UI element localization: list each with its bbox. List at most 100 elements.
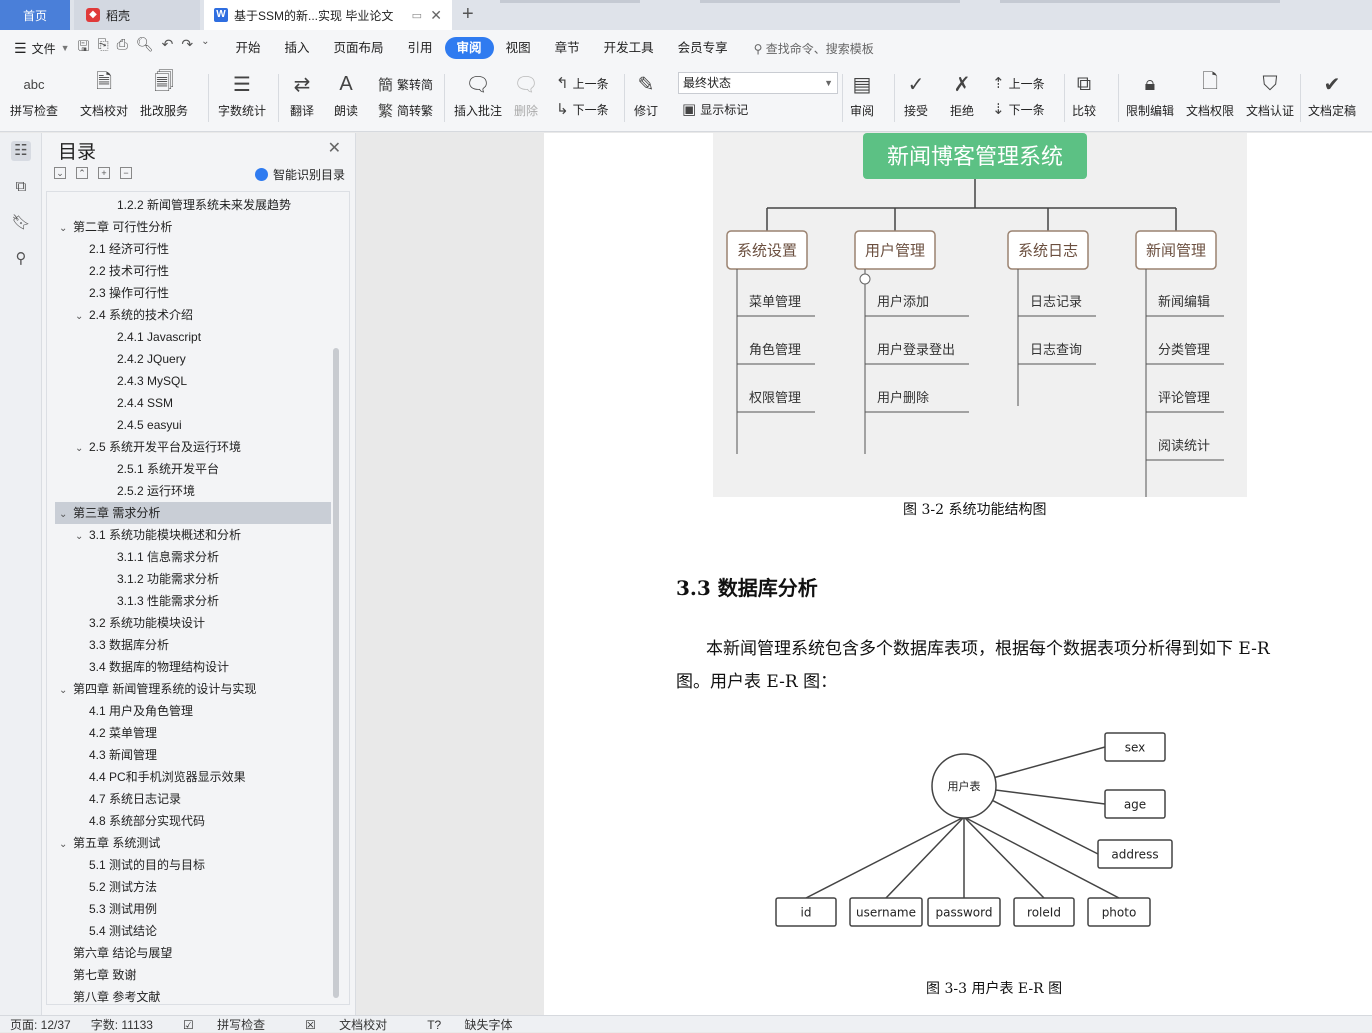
delete-comment-button[interactable]: 🗨 删除 [512,70,540,119]
review-pane-button[interactable]: ▤ 审阅 [848,70,876,119]
trad-to-simp-button[interactable]: 簡繁转简 [378,74,433,95]
menu-tab[interactable]: 引用 [396,37,445,59]
toc-item[interactable]: 4.3 新闻管理 [55,744,331,766]
toc-item[interactable]: 5.1 测试的目的与目标 [55,854,331,876]
toc-item[interactable]: 2.5.2 运行环境 [55,480,331,502]
smart-toc-button[interactable]: 智能识别目录 [254,166,345,183]
prev-change-button[interactable]: ⇡ 上一条 [992,74,1045,92]
restrict-editing-button[interactable]: 🔒︎ 限制编辑 [1126,70,1174,119]
chevron-down-icon[interactable]: ⌄ [59,834,73,856]
menu-tab[interactable]: 开发工具 [592,37,666,59]
reject-button[interactable]: ✗ 拒绝 [948,70,976,119]
doc-rights-button[interactable]: 🗋 文档权限 [1186,70,1234,119]
track-changes-button[interactable]: ✎ 修订 [632,70,660,119]
menu-tab[interactable]: 审阅 [444,37,494,59]
toc-item[interactable]: 2.1 经济可行性 [55,238,331,260]
toc-item[interactable]: ⌄ 第三章 需求分析 [55,502,331,524]
toc-item[interactable]: ⌄ 第五章 系统测试 [55,832,331,854]
toc-item[interactable]: 3.3 数据库分析 [55,634,331,656]
prev-comment-button[interactable]: ↰ 上一条 [556,74,609,92]
spell-check-button[interactable]: abc 拼写检查 [10,70,58,119]
new-tab-icon[interactable]: + [462,3,474,26]
more-icon[interactable]: ⌄ [201,36,209,60]
menu-tab[interactable]: 章节 [543,37,592,59]
toc-item[interactable]: ⌄ 第二章 可行性分析 [55,216,331,238]
bookmark-icon[interactable]: 🔖︎ [11,213,31,233]
toc-item[interactable]: 2.4.4 SSM [55,392,331,414]
chevron-down-icon[interactable]: ⌄ [59,680,73,702]
toc-item[interactable]: 2.2 技术可行性 [55,260,331,282]
toc-item[interactable]: 4.2 菜单管理 [55,722,331,744]
toc-item[interactable]: 4.4 PC和手机浏览器显示效果 [55,766,331,788]
toc-item[interactable]: ⌄ 第四章 新闻管理系统的设计与实现 [55,678,331,700]
toc-item[interactable]: 3.1.2 功能需求分析 [55,568,331,590]
tab-daoke[interactable]: ◆ 稻壳 [74,0,200,30]
chevron-down-icon[interactable]: ⌄ [75,526,89,548]
chevron-down-icon[interactable]: ⌄ [75,438,89,460]
translate-button[interactable]: ⇄ 翻译 [288,70,316,119]
preview-icon[interactable]: 🔍︎ [136,36,154,60]
next-comment-button[interactable]: ↳ 下一条 [556,100,609,118]
export-icon[interactable]: ⎘ [97,36,108,60]
toc-item[interactable]: 3.1.1 信息需求分析 [55,546,331,568]
toc-item[interactable]: 2.4.1 Javascript [55,326,331,348]
chevron-down-icon[interactable]: ⌄ [75,306,89,328]
toc-item[interactable]: 3.4 数据库的物理结构设计 [55,656,331,678]
toc-item[interactable]: 5.2 测试方法 [55,876,331,898]
command-search[interactable]: ⚲ 查找命令、搜索模板 [754,40,874,57]
toc-item[interactable]: 1.2.2 新闻管理系统未来发展趋势 [55,194,331,216]
toc-panel-icon[interactable]: ☷ [11,141,31,161]
read-aloud-button[interactable]: A 朗读 [332,70,360,119]
chapter-nav-icon[interactable]: ⧉ [11,177,31,197]
print-icon[interactable]: ⎙ [117,36,128,60]
doc-proof-button[interactable]: 🗎 文档校对 [80,70,128,119]
save-icon[interactable]: 🖫 [78,36,90,60]
remove-level-icon[interactable]: − [120,167,132,179]
missing-font-status[interactable]: T? 缺失字体 [417,1016,522,1033]
accept-button[interactable]: ✓ 接受 [902,70,930,119]
close-tab-icon[interactable]: ✕ [430,7,442,24]
close-icon[interactable]: ✕ [328,138,341,158]
toc-item[interactable]: 5.4 测试结论 [55,920,331,942]
menu-tab[interactable]: 开始 [223,37,272,59]
display-state-select[interactable]: 最终状态 ▼ [678,72,838,94]
toc-item[interactable]: 4.7 系统日志记录 [55,788,331,810]
word-count-button[interactable]: ☰ 字数统计 [218,70,266,119]
toc-item[interactable]: 2.4.2 JQuery [55,348,331,370]
doc-certify-button[interactable]: ⛉ 文档认证 [1246,70,1294,119]
toc-item[interactable]: ⌄ 2.5 系统开发平台及运行环境 [55,436,331,458]
menu-tab[interactable]: 插入 [273,37,322,59]
toc-item[interactable]: 第八章 参考文献 [55,986,331,1004]
toc-item[interactable]: ⌄ 3.1 系统功能模块概述和分析 [55,524,331,546]
spell-check-status[interactable]: ☑ 拼写检查 [173,1016,275,1033]
toc-item[interactable]: ⌄ 2.4 系统的技术介绍 [55,304,331,326]
toc-scrollbar[interactable] [333,348,339,998]
doc-finalize-button[interactable]: ✔ 文档定稿 [1308,70,1356,119]
tab-home[interactable]: 首页 [0,0,70,30]
add-level-icon[interactable]: + [98,167,110,179]
toc-item[interactable]: 4.8 系统部分实现代码 [55,810,331,832]
next-change-button[interactable]: ⇣ 下一条 [992,100,1045,118]
tab-document[interactable]: W 基于SSM的新...实现 毕业论文 ▭ ✕ [204,0,452,30]
proof-status[interactable]: ☒ 文档校对 [295,1016,397,1033]
file-menu[interactable]: ☰ 文件 ▼ [0,40,70,57]
toc-item[interactable]: 3.2 系统功能模块设计 [55,612,331,634]
toc-item[interactable]: 2.4.3 MySQL [55,370,331,392]
toc-item[interactable]: 2.3 操作可行性 [55,282,331,304]
toc-item[interactable]: 2.4.5 easyui [55,414,331,436]
redo-icon[interactable]: ↷ [181,36,193,60]
toc-item[interactable]: 3.1.3 性能需求分析 [55,590,331,612]
chevron-down-icon[interactable]: ⌄ [59,504,73,526]
toc-item[interactable]: 第六章 结论与展望 [55,942,331,964]
toc-item[interactable]: 2.5.1 系统开发平台 [55,458,331,480]
search-icon[interactable]: ⚲ [11,249,31,269]
undo-icon[interactable]: ↶ [162,36,174,60]
toc-item[interactable]: 4.1 用户及角色管理 [55,700,331,722]
menu-tab[interactable]: 页面布局 [322,37,396,59]
toc-item[interactable]: 第七章 致谢 [55,964,331,986]
word-count[interactable]: 字数: 11133 [91,1016,153,1033]
page-indicator[interactable]: 页面: 12/37 [10,1016,71,1033]
show-marks-button[interactable]: ▣ 显示标记 [682,100,748,118]
expand-up-icon[interactable]: ⌃ [76,167,88,179]
simp-to-trad-button[interactable]: 繁简转繁 [378,100,433,121]
